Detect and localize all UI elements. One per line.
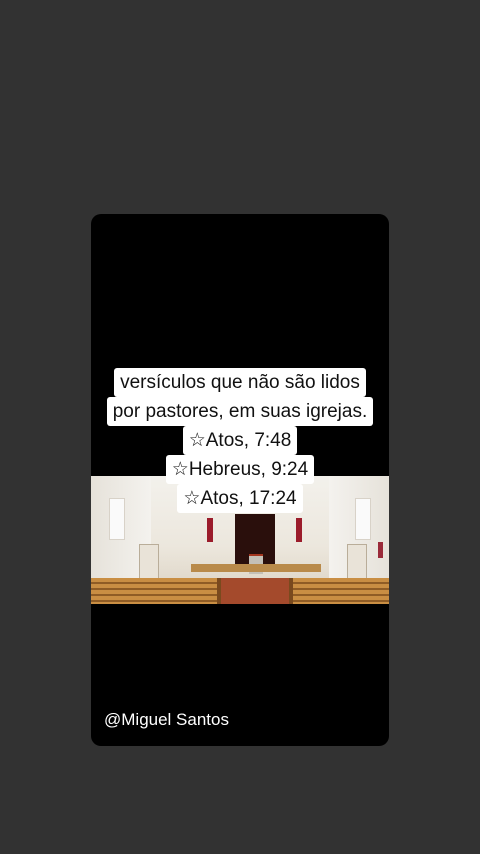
caption-line: ☆Atos, 17:24 [91,484,389,513]
wall-banner [378,542,383,558]
caption-text: versículos que não são lidos [114,368,366,397]
center-aisle [217,578,293,604]
caption-line: ☆Atos, 7:48 [91,426,389,455]
altar-rail [191,564,321,572]
pew-end-right [289,578,293,604]
caption-line: ☆Hebreus, 9:24 [91,455,389,484]
caption-text: ☆Atos, 17:24 [177,484,303,513]
story-viewer: versículos que não são lidos por pastore… [0,0,480,854]
caption-text: por pastores, em suas igrejas. [106,397,374,426]
caption-text: ☆Atos, 7:48 [182,426,298,455]
door-right [347,544,367,580]
banner-right [296,518,302,542]
door-left [139,544,159,580]
pew-end-left [217,578,221,604]
caption-line: versículos que não são lidos [91,368,389,397]
caption-text: ☆Hebreus, 9:24 [165,455,315,484]
banner-left [207,518,213,542]
author-handle[interactable]: @Miguel Santos [104,710,229,730]
caption-line: por pastores, em suas igrejas. [91,397,389,426]
caption-block: versículos que não são lidos por pastore… [91,368,389,513]
video-card[interactable]: versículos que não são lidos por pastore… [91,214,389,746]
